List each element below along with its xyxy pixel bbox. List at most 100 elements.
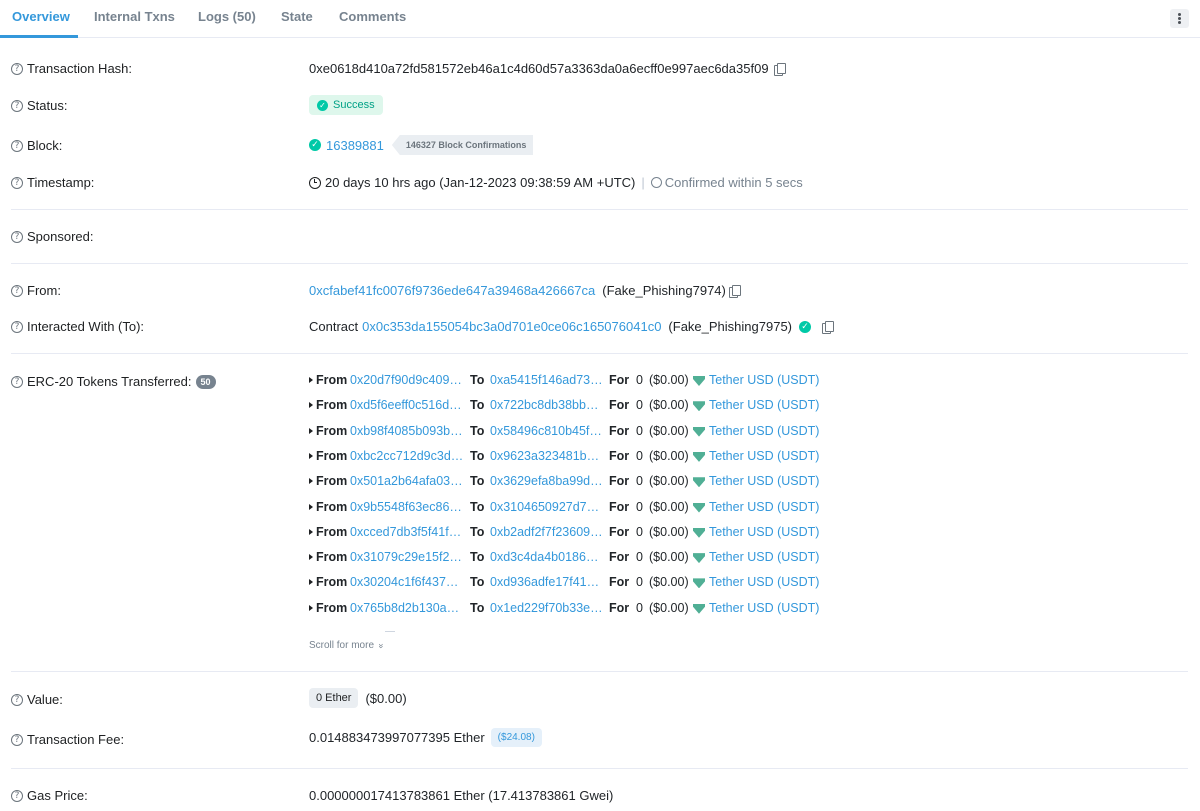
from-address-link[interactable]: 0x765b8d2b130a6… <box>350 601 465 615</box>
more-vertical-icon[interactable] <box>1170 9 1189 28</box>
copy-icon[interactable] <box>822 320 834 334</box>
tab-comments[interactable]: Comments <box>339 9 406 24</box>
to-label: To <box>470 423 485 438</box>
token-link[interactable]: Tether USD (USDT) <box>709 525 819 539</box>
help-icon: ? <box>11 693 23 706</box>
to-label: To <box>470 550 485 565</box>
caret-right-icon[interactable] <box>309 427 313 434</box>
caret-right-icon[interactable] <box>309 503 313 510</box>
caret-right-icon[interactable] <box>309 478 313 485</box>
for-label: For <box>609 373 630 387</box>
to-address-link[interactable]: 0x3104650927d7c… <box>490 500 605 514</box>
to-address-link[interactable]: 0x58496c810b45f… <box>490 424 605 438</box>
tether-icon <box>693 553 705 564</box>
to-label: To <box>470 474 485 489</box>
to-address-link[interactable]: 0x3629efa8ba99d… <box>490 474 605 488</box>
from-label: From <box>316 474 348 489</box>
caret-right-icon[interactable] <box>309 554 313 561</box>
help-icon: ? <box>11 375 23 388</box>
transfer-row: From 0xbc2cc712d9c3d… To 0x9623a323481b8… Fo… <box>309 447 829 467</box>
token-link[interactable]: Tether USD (USDT) <box>709 500 819 514</box>
from-label: From <box>316 524 348 539</box>
caret-right-icon[interactable] <box>309 579 313 586</box>
from-value: 0xcfabef41fc0076f9736ede647a39468a426667… <box>309 283 741 298</box>
help-icon: ? <box>11 176 23 189</box>
to-address-link[interactable]: 0xb2adf2f7f23609… <box>490 525 605 539</box>
to-address-link[interactable]: 0xd936adfe17f41d… <box>490 575 605 589</box>
from-label: From <box>316 550 348 565</box>
value-label: ? Value: <box>11 692 63 707</box>
tab-internal-txns[interactable]: Internal Txns <box>94 9 175 24</box>
token-link[interactable]: Tether USD (USDT) <box>709 474 819 488</box>
caret-right-icon[interactable] <box>309 402 313 409</box>
amount-usd: ($0.00) <box>649 398 689 413</box>
tether-icon <box>693 426 705 437</box>
from-address-link[interactable]: 0x501a2b64afa03… <box>350 474 465 488</box>
token-link[interactable]: Tether USD (USDT) <box>709 601 819 615</box>
tab-state[interactable]: State <box>281 9 313 24</box>
value-value: 0 Ether ($0.00) <box>309 688 407 708</box>
transfer-row: From 0x20d7f90d9c409… To 0xa5415f146ad73… Fo… <box>309 371 829 391</box>
check-circle-icon: ✓ <box>309 139 321 151</box>
token-link[interactable]: Tether USD (USDT) <box>709 550 819 564</box>
copy-icon[interactable] <box>773 62 786 76</box>
clock-icon <box>309 176 321 189</box>
erc20-transfer-list[interactable]: From 0x20d7f90d9c409… To 0xa5415f146ad73… Fo… <box>309 371 829 626</box>
amount-usd: ($0.00) <box>649 524 689 539</box>
caret-right-icon[interactable] <box>309 604 313 611</box>
caret-right-icon[interactable] <box>309 452 313 459</box>
contract-address-link[interactable]: 0x0c353da155054bc3a0d701e0ce06c165076041… <box>362 319 661 334</box>
divider <box>11 263 1188 264</box>
timestamp-label: ? Timestamp: <box>11 175 94 190</box>
from-address-link[interactable]: 0xcced7db3f5f41f… <box>350 525 465 539</box>
token-link[interactable]: Tether USD (USDT) <box>709 398 819 412</box>
caret-right-icon[interactable] <box>309 377 313 383</box>
caret-right-icon[interactable] <box>309 528 313 535</box>
block-number-link[interactable]: 16389881 <box>326 138 384 153</box>
transfer-row: From 0xd5f6eeff0c516d… To 0x722bc8db38bbd… F… <box>309 396 829 416</box>
from-address-link[interactable]: 0x9b5548f63ec86… <box>350 500 465 514</box>
transfer-row: From 0x501a2b64afa03… To 0x3629efa8ba99d… Fo… <box>309 472 829 492</box>
from-address-link[interactable]: 0x30204c1f6f4374… <box>350 575 465 589</box>
from-address-link[interactable]: 0xbc2cc712d9c3d… <box>350 449 465 463</box>
contract-name-tag: (Fake_Phishing7975) <box>668 319 792 334</box>
timer-icon <box>650 177 662 188</box>
status-value: ✓ Success <box>309 95 383 115</box>
transfer-row: From 0xb98f4085b093b… To 0x58496c810b45f… Fo… <box>309 422 829 442</box>
from-address-link[interactable]: 0xcfabef41fc0076f9736ede647a39468a426667… <box>309 283 595 298</box>
divider <box>11 671 1188 672</box>
amount: 0 <box>636 373 643 387</box>
from-name-tag: (Fake_Phishing7974) <box>602 283 726 298</box>
token-link[interactable]: Tether USD (USDT) <box>709 449 819 463</box>
from-address-link[interactable]: 0x31079c29e15f2… <box>350 550 465 564</box>
scroll-for-more[interactable]: Scroll for more » <box>309 640 387 651</box>
to-address-link[interactable]: 0xa5415f146ad73… <box>490 373 605 387</box>
from-address-link[interactable]: 0xb98f4085b093b… <box>350 424 465 438</box>
to-address-link[interactable]: 0x9623a323481b8… <box>490 449 605 463</box>
token-link[interactable]: Tether USD (USDT) <box>709 575 819 589</box>
token-link[interactable]: Tether USD (USDT) <box>709 424 819 438</box>
to-address-link[interactable]: 0x1ed229f70b33e… <box>490 601 605 615</box>
from-address-link[interactable]: 0x20d7f90d9c409… <box>350 373 465 387</box>
copy-icon[interactable] <box>728 284 741 298</box>
tab-logs[interactable]: Logs (50) <box>198 9 256 24</box>
to-address-link[interactable]: 0x722bc8db38bbd… <box>490 398 605 412</box>
token-link[interactable]: Tether USD (USDT) <box>709 373 819 387</box>
from-address-link[interactable]: 0xd5f6eeff0c516d… <box>350 398 465 412</box>
help-icon: ? <box>11 62 23 75</box>
for-label: For <box>609 398 630 413</box>
to-label: To <box>470 499 485 514</box>
transfer-row: From 0xcced7db3f5f41f… To 0xb2adf2f7f23609…… <box>309 523 829 543</box>
tab-overview[interactable]: Overview <box>12 9 70 24</box>
to-address-link[interactable]: 0xd3c4da4b01864… <box>490 550 605 564</box>
to-label: To <box>470 575 485 590</box>
transfer-row: From 0x765b8d2b130a6… To 0x1ed229f70b33e… Fo… <box>309 599 829 619</box>
divider <box>11 768 1188 769</box>
amount: 0 <box>636 423 643 438</box>
amount: 0 <box>636 600 643 615</box>
transfer-row: From 0x31079c29e15f2… To 0xd3c4da4b01864… Fo… <box>309 548 829 568</box>
help-icon: ? <box>11 284 23 297</box>
to-label: To <box>470 524 485 539</box>
for-label: For <box>609 550 630 565</box>
tether-icon <box>693 376 705 386</box>
